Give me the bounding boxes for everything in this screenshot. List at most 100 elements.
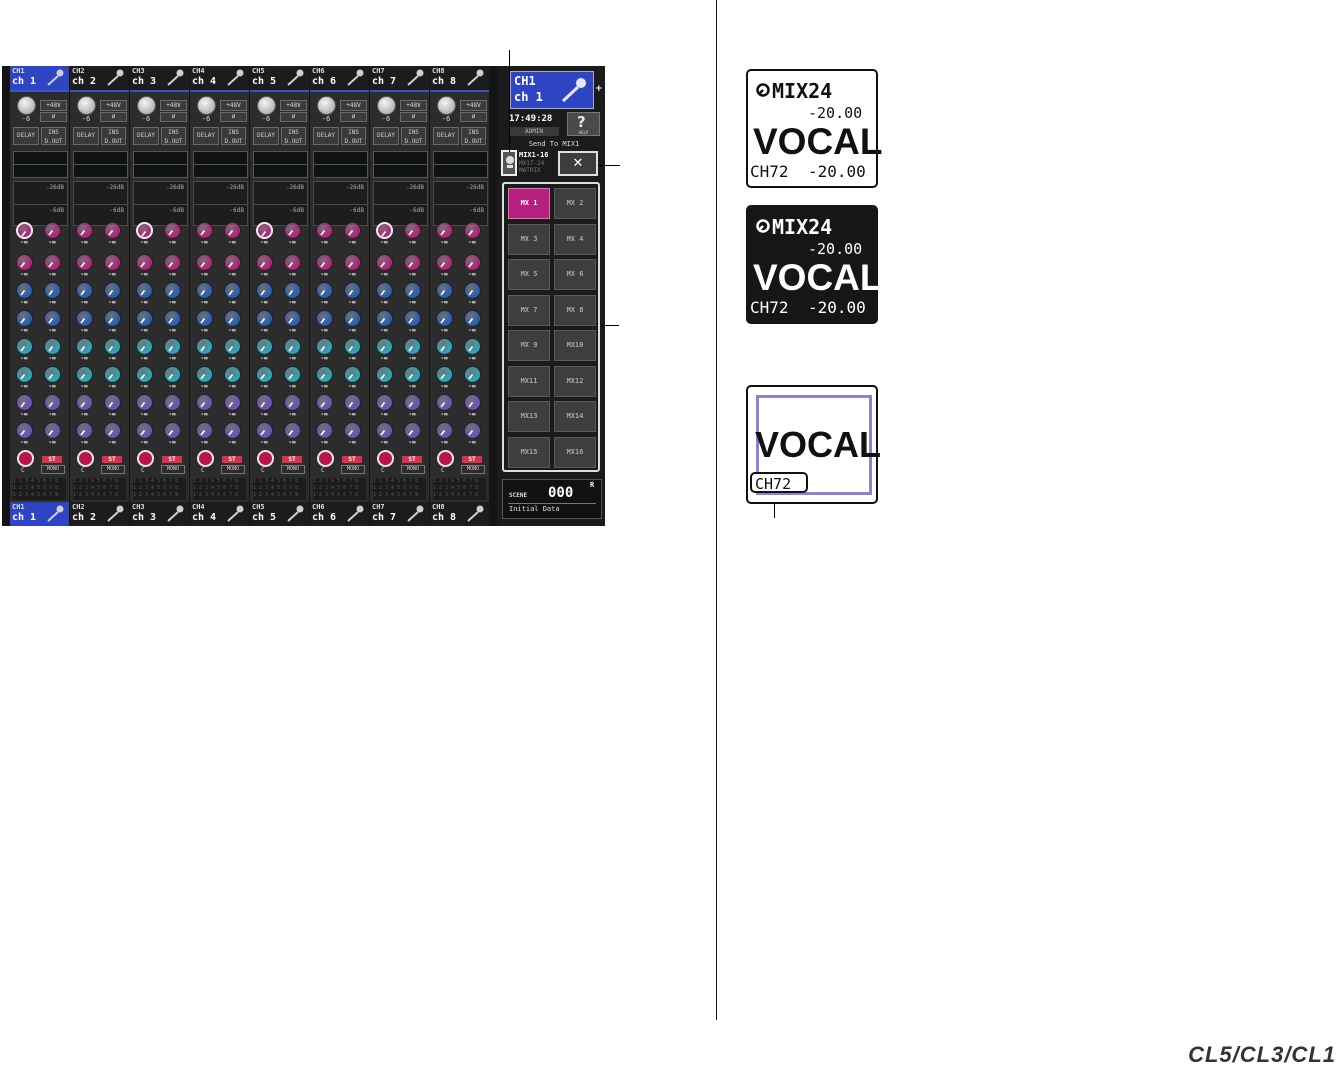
gain-knob[interactable] (437, 96, 456, 115)
mix-send-knob[interactable] (224, 222, 241, 239)
mix-send-knob[interactable] (464, 310, 481, 327)
mix-send-knob[interactable] (256, 254, 273, 271)
mix-send-knob[interactable] (44, 310, 61, 327)
mono-button[interactable]: MONO (101, 465, 125, 474)
mix-bus-button[interactable]: MX 5 (508, 259, 550, 290)
dynamics1-meter[interactable]: -26dB (193, 181, 248, 205)
mix-send-knob[interactable] (344, 366, 361, 383)
mix-send-knob[interactable] (76, 366, 93, 383)
mix-send-knob[interactable] (104, 366, 121, 383)
channel-footer[interactable]: CH7 ch 7 (370, 502, 429, 526)
mix-bus-button[interactable]: MX11 (508, 365, 550, 397)
mix-send-knob[interactable] (196, 282, 213, 299)
st-button[interactable]: ST (42, 456, 62, 463)
selected-channel-button[interactable]: CH1 ch 1 (510, 71, 594, 109)
mix-send-knob[interactable] (376, 366, 393, 383)
st-button[interactable]: ST (342, 456, 362, 463)
insert-button[interactable]: INS D.OUT (161, 127, 186, 145)
pan-knob[interactable] (377, 450, 394, 467)
mix-send-knob[interactable] (316, 338, 333, 355)
gain-knob[interactable] (317, 96, 336, 115)
mix-send-knob[interactable] (284, 366, 301, 383)
insert-button[interactable]: INS D.OUT (221, 127, 246, 145)
mix-send-knob[interactable] (376, 254, 393, 271)
mix-send-knob[interactable] (16, 422, 33, 439)
mix-send-knob[interactable] (164, 366, 181, 383)
mix-send-knob[interactable] (44, 338, 61, 355)
dca-assign[interactable]: 1 2 3 4 5 6 7 81 2 3 4 5 6 7 81 2 3 4 5 … (253, 478, 306, 500)
mix-send-knob[interactable] (344, 338, 361, 355)
mix-send-knob[interactable] (104, 222, 121, 239)
mix-bus-button[interactable]: MX 3 (508, 223, 550, 255)
mix-send-knob[interactable] (104, 254, 121, 271)
mix-send-knob[interactable] (136, 222, 153, 239)
mix-send-knob[interactable] (256, 222, 273, 239)
channel-footer[interactable]: CH3 ch 3 (130, 502, 189, 526)
mix-send-knob[interactable] (376, 422, 393, 439)
mix-send-knob[interactable] (376, 222, 393, 239)
dynamics1-meter[interactable]: -26dB (73, 181, 128, 205)
channel-footer[interactable]: CH8 ch 8 (430, 502, 489, 526)
mix-send-knob[interactable] (464, 282, 481, 299)
mix-bus-button[interactable]: MX14 (554, 401, 596, 432)
mix-send-knob[interactable] (16, 222, 33, 239)
mix-send-knob[interactable] (404, 282, 421, 299)
channel-header[interactable]: CH5 ch 5 (250, 66, 309, 92)
channel-footer[interactable]: CH1 ch 1 (10, 502, 69, 526)
insert-button[interactable]: INS D.OUT (461, 127, 486, 145)
dca-assign[interactable]: 1 2 3 4 5 6 7 81 2 3 4 5 6 7 81 2 3 4 5 … (313, 478, 366, 500)
mix-send-knob[interactable] (136, 310, 153, 327)
channel-footer[interactable]: CH6 ch 6 (310, 502, 369, 526)
mix-send-knob[interactable] (464, 422, 481, 439)
phase-button[interactable]: ø (400, 112, 427, 122)
mix-bus-button[interactable]: MX 7 (508, 294, 550, 326)
delay-button[interactable]: DELAY (133, 127, 159, 145)
mix-send-knob[interactable] (256, 366, 273, 383)
mix-send-knob[interactable] (436, 366, 453, 383)
mix-send-knob[interactable] (76, 338, 93, 355)
mix-send-knob[interactable] (44, 282, 61, 299)
dynamics1-meter[interactable]: -26dB (13, 181, 68, 205)
phase-button[interactable]: ø (280, 112, 307, 122)
mix-bus-button[interactable]: MX 4 (554, 223, 596, 255)
mix-send-knob[interactable] (464, 366, 481, 383)
mix-send-knob[interactable] (104, 338, 121, 355)
st-button[interactable]: ST (402, 456, 422, 463)
mix-send-knob[interactable] (164, 222, 181, 239)
mix-send-knob[interactable] (16, 366, 33, 383)
mix-send-knob[interactable] (436, 338, 453, 355)
phantom-button[interactable]: +48V (460, 100, 487, 111)
mix-send-knob[interactable] (284, 254, 301, 271)
mix-send-knob[interactable] (256, 338, 273, 355)
mix-send-knob[interactable] (16, 394, 33, 411)
mix-bus-button[interactable]: MX15 (508, 436, 550, 468)
eq-graph[interactable] (433, 151, 488, 178)
mix-send-knob[interactable] (136, 282, 153, 299)
mix-send-knob[interactable] (136, 254, 153, 271)
pan-knob[interactable] (137, 450, 154, 467)
mix-send-knob[interactable] (104, 310, 121, 327)
mix-send-knob[interactable] (44, 394, 61, 411)
mix-bus-button[interactable]: MX12 (554, 365, 596, 397)
insert-button[interactable]: INS D.OUT (41, 127, 66, 145)
eq-graph[interactable] (73, 151, 128, 178)
expand-plus-icon[interactable]: + (595, 84, 603, 94)
mix-send-knob[interactable] (196, 222, 213, 239)
mix-send-knob[interactable] (436, 254, 453, 271)
dynamics1-meter[interactable]: -26dB (133, 181, 188, 205)
mix-send-knob[interactable] (404, 394, 421, 411)
mix-send-knob[interactable] (196, 394, 213, 411)
delay-button[interactable]: DELAY (193, 127, 219, 145)
phase-button[interactable]: ø (160, 112, 187, 122)
mix-send-knob[interactable] (344, 310, 361, 327)
dca-assign[interactable]: 1 2 3 4 5 6 7 81 2 3 4 5 6 7 81 2 3 4 5 … (433, 478, 486, 500)
insert-button[interactable]: INS D.OUT (341, 127, 366, 145)
delay-button[interactable]: DELAY (73, 127, 99, 145)
pan-knob[interactable] (17, 450, 34, 467)
mix-send-knob[interactable] (316, 310, 333, 327)
dca-assign[interactable]: 1 2 3 4 5 6 7 81 2 3 4 5 6 7 81 2 3 4 5 … (373, 478, 426, 500)
delay-button[interactable]: DELAY (433, 127, 459, 145)
mix-send-knob[interactable] (196, 366, 213, 383)
mix-send-knob[interactable] (196, 310, 213, 327)
gain-knob[interactable] (377, 96, 396, 115)
